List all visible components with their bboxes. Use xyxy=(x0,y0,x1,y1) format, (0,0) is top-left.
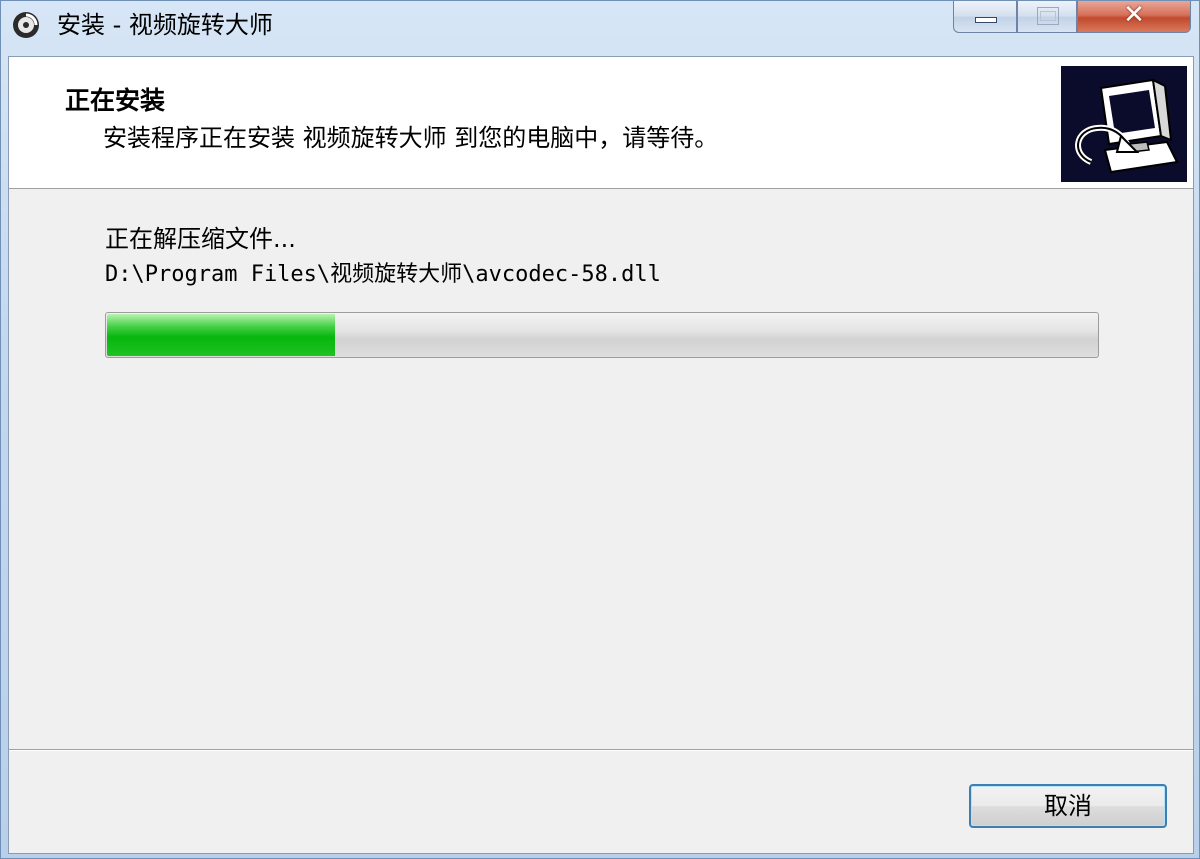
page-title: 正在安装 xyxy=(65,86,166,115)
computer-install-icon xyxy=(1061,66,1187,182)
header-panel: 正在安装 安装程序正在安装 视频旋转大师 到您的电脑中，请等待。 xyxy=(9,57,1193,189)
page-subtitle: 安装程序正在安装 视频旋转大师 到您的电脑中，请等待。 xyxy=(103,124,719,152)
window-title: 安装 - 视频旋转大师 xyxy=(57,11,273,39)
current-file-path: D:\Program Files\视频旋转大师\avcodec-58.dll xyxy=(105,262,661,287)
cancel-button[interactable]: 取消 xyxy=(969,784,1167,828)
close-button[interactable]: ✕ xyxy=(1077,1,1191,33)
install-progress-bar xyxy=(105,312,1099,358)
footer-divider xyxy=(9,749,1193,751)
installer-window: 安装 - 视频旋转大师 ✕ 正在安装 安装程序正在安装 视频旋转大师 到您的电脑… xyxy=(0,0,1200,859)
caption-buttons: ✕ xyxy=(953,1,1193,35)
app-icon[interactable] xyxy=(11,10,41,40)
minimize-icon xyxy=(975,17,997,23)
minimize-button[interactable] xyxy=(953,1,1017,33)
progress-fill xyxy=(107,314,335,356)
title-bar[interactable]: 安装 - 视频旋转大师 ✕ xyxy=(1,1,1199,55)
close-icon: ✕ xyxy=(1123,0,1145,30)
maximize-button xyxy=(1017,1,1077,33)
status-label: 正在解压缩文件... xyxy=(105,225,296,253)
maximize-icon xyxy=(1037,7,1059,25)
installer-client-area: 正在安装 安装程序正在安装 视频旋转大师 到您的电脑中，请等待。 正在解压缩文件… xyxy=(8,56,1194,854)
